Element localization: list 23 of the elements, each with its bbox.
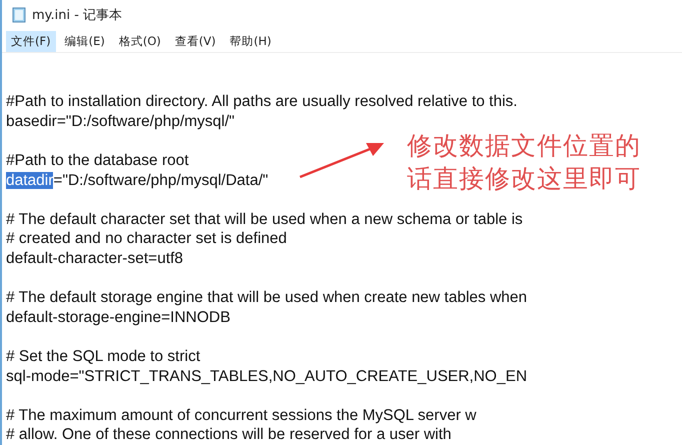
code-line: #Path to installation directory. All paths are usually resolved relative to this. <box>6 93 518 110</box>
menu-item[interactable]: 格式(O) <box>114 30 166 52</box>
code-line: # Set the SQL mode to strict <box>6 348 200 365</box>
code-line: # allow. One of these connections will be reserved for a user with <box>6 426 452 444</box>
code-line: # The default storage engine that will be used when create new tables when <box>6 289 528 306</box>
code-line: basedir="D:/software/php/mysql/" <box>6 112 235 130</box>
menu-item[interactable]: 帮助(H) <box>224 30 276 52</box>
menu-item[interactable]: 文件(F) <box>6 30 56 52</box>
menu-item[interactable]: 编辑(E) <box>60 30 110 52</box>
code-line: # The maximum amount of concurrent sessions the MySQL server w <box>6 406 476 424</box>
menu-item[interactable]: 查看(V) <box>170 30 221 52</box>
selected-text: datadir <box>6 172 54 189</box>
annotation-text: 话直接修改这里即可 <box>407 163 641 195</box>
code-line: ="D:/software/php/mysql/Data/" <box>53 172 268 189</box>
code-line: default-character-set=utf8 <box>6 250 184 267</box>
notepad-icon <box>12 7 26 23</box>
code-line: # The default character set that will be used when a new schema or table is <box>6 210 523 228</box>
window-title: my.ini - 记事本 <box>32 7 122 24</box>
annotation-text: 修改数据文件位置的 <box>407 130 641 162</box>
code-line: #Path to the database root <box>6 152 189 169</box>
code-line: default-storage-engine=INNODB <box>6 308 230 326</box>
code-line: # created and no character set is defined <box>6 230 287 248</box>
code-line: sql-mode="STRICT_TRANS_TABLES,NO_AUTO_CREATE_USER,NO_EN <box>6 368 528 384</box>
